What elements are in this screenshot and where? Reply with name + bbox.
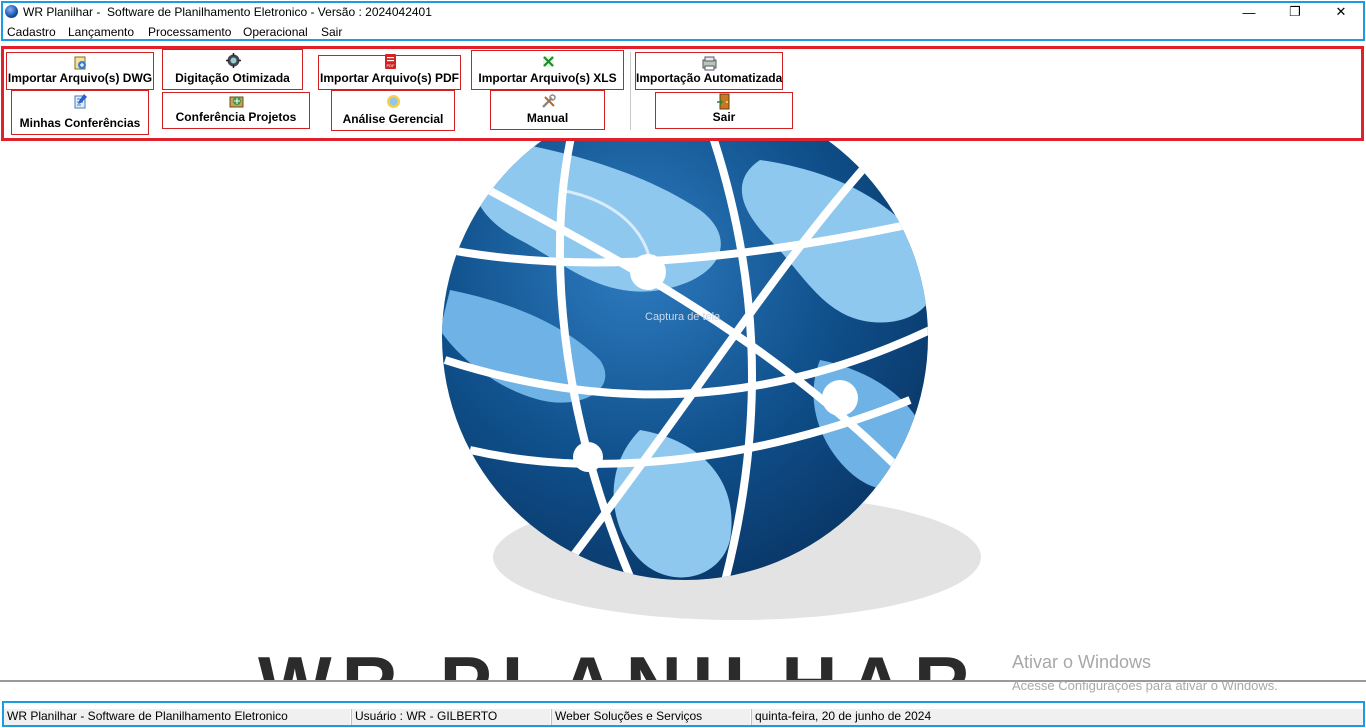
import-dwg-label: Importar Arquivo(s) DWG bbox=[7, 71, 153, 85]
management-analysis-button[interactable]: Análise Gerencial bbox=[331, 90, 455, 131]
project-conference-label: Conferência Projetos bbox=[175, 110, 297, 124]
management-analysis-label: Análise Gerencial bbox=[342, 112, 444, 126]
tools-icon bbox=[541, 94, 556, 108]
import-pdf-label: Importar Arquivo(s) PDF bbox=[320, 71, 459, 85]
main-content-area: Captura de tela WR PLANILHAR bbox=[0, 141, 1366, 681]
import-pdf-button[interactable]: PDF Importar Arquivo(s) PDF bbox=[318, 54, 461, 90]
activation-watermark-subtitle: Acesse Configurações para ativar o Windo… bbox=[1012, 678, 1278, 693]
optimized-typing-button[interactable]: Digitação Otimizada bbox=[162, 49, 303, 90]
manual-button[interactable]: Manual bbox=[490, 90, 605, 130]
dwg-import-icon bbox=[74, 56, 86, 70]
import-dwg-button[interactable]: Importar Arquivo(s) DWG bbox=[6, 52, 154, 90]
exit-door-icon bbox=[717, 93, 730, 110]
gear-globe-icon bbox=[225, 53, 241, 68]
svg-text:PDF: PDF bbox=[386, 63, 395, 68]
my-conferences-button[interactable]: Minhas Conferências bbox=[11, 90, 149, 135]
pdf-icon: PDF bbox=[384, 54, 396, 69]
automated-import-button[interactable]: Importação Automatizada bbox=[635, 52, 783, 90]
header-highlight-frame bbox=[1, 1, 1365, 41]
import-xls-label: Importar Arquivo(s) XLS bbox=[478, 71, 617, 85]
status-bar-frame bbox=[2, 701, 1365, 727]
optimized-typing-label: Digitação Otimizada bbox=[175, 71, 290, 85]
excel-icon bbox=[542, 56, 554, 67]
exit-label: Sair bbox=[712, 110, 736, 124]
import-xls-button[interactable]: Importar Arquivo(s) XLS bbox=[471, 50, 624, 90]
exit-button[interactable]: Sair bbox=[655, 92, 793, 129]
my-conferences-label: Minhas Conferências bbox=[19, 116, 141, 130]
toolbar-separator bbox=[630, 52, 631, 130]
automated-import-label: Importação Automatizada bbox=[636, 71, 783, 85]
projects-icon bbox=[229, 96, 244, 108]
manual-label: Manual bbox=[526, 111, 569, 125]
notepad-icon bbox=[74, 94, 87, 109]
auto-import-icon bbox=[702, 56, 717, 71]
brand-wordmark: WR PLANILHAR bbox=[258, 639, 980, 681]
globe-logo bbox=[442, 141, 981, 620]
capture-ghost-text: Captura de tela bbox=[645, 311, 721, 323]
project-conference-button[interactable]: Conferência Projetos bbox=[162, 92, 310, 129]
activation-watermark-title: Ativar o Windows bbox=[1012, 652, 1152, 672]
analysis-icon bbox=[387, 95, 400, 108]
